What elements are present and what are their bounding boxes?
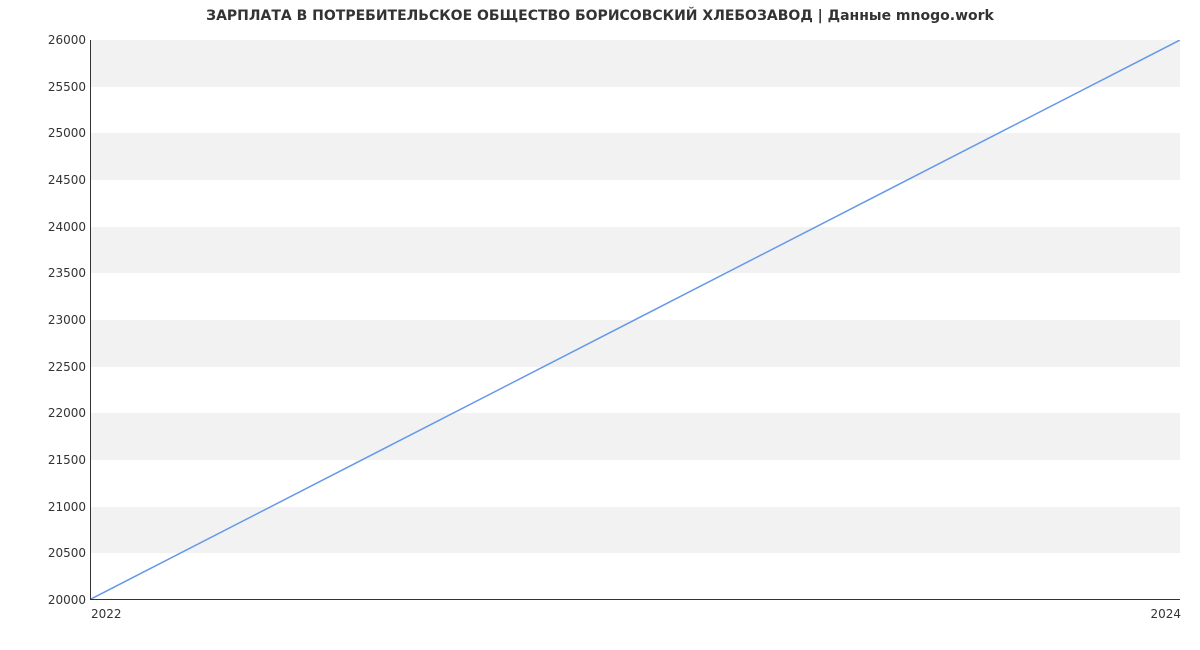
plot-area: 20222024 xyxy=(90,40,1180,600)
chart-title: ЗАРПЛАТА В ПОТРЕБИТЕЛЬСКОЕ ОБЩЕСТВО БОРИ… xyxy=(0,8,1200,24)
y-tick-label: 23500 xyxy=(0,266,86,280)
y-tick-label: 25000 xyxy=(0,126,86,140)
y-tick-label: 26000 xyxy=(0,33,86,47)
y-tick-label: 20000 xyxy=(0,593,86,607)
y-tick-label: 22500 xyxy=(0,360,86,374)
y-tick-label: 20500 xyxy=(0,546,86,560)
y-tick-label: 21000 xyxy=(0,500,86,514)
line-path xyxy=(91,40,1180,599)
y-tick-label: 24500 xyxy=(0,173,86,187)
y-tick-label: 22000 xyxy=(0,406,86,420)
y-tick-label: 25500 xyxy=(0,80,86,94)
line-series xyxy=(91,40,1180,599)
y-tick-label: 21500 xyxy=(0,453,86,467)
y-tick-label: 24000 xyxy=(0,220,86,234)
y-tick-label: 23000 xyxy=(0,313,86,327)
x-tick-label: 2022 xyxy=(91,607,122,621)
x-tick-label: 2024 xyxy=(1150,607,1181,621)
